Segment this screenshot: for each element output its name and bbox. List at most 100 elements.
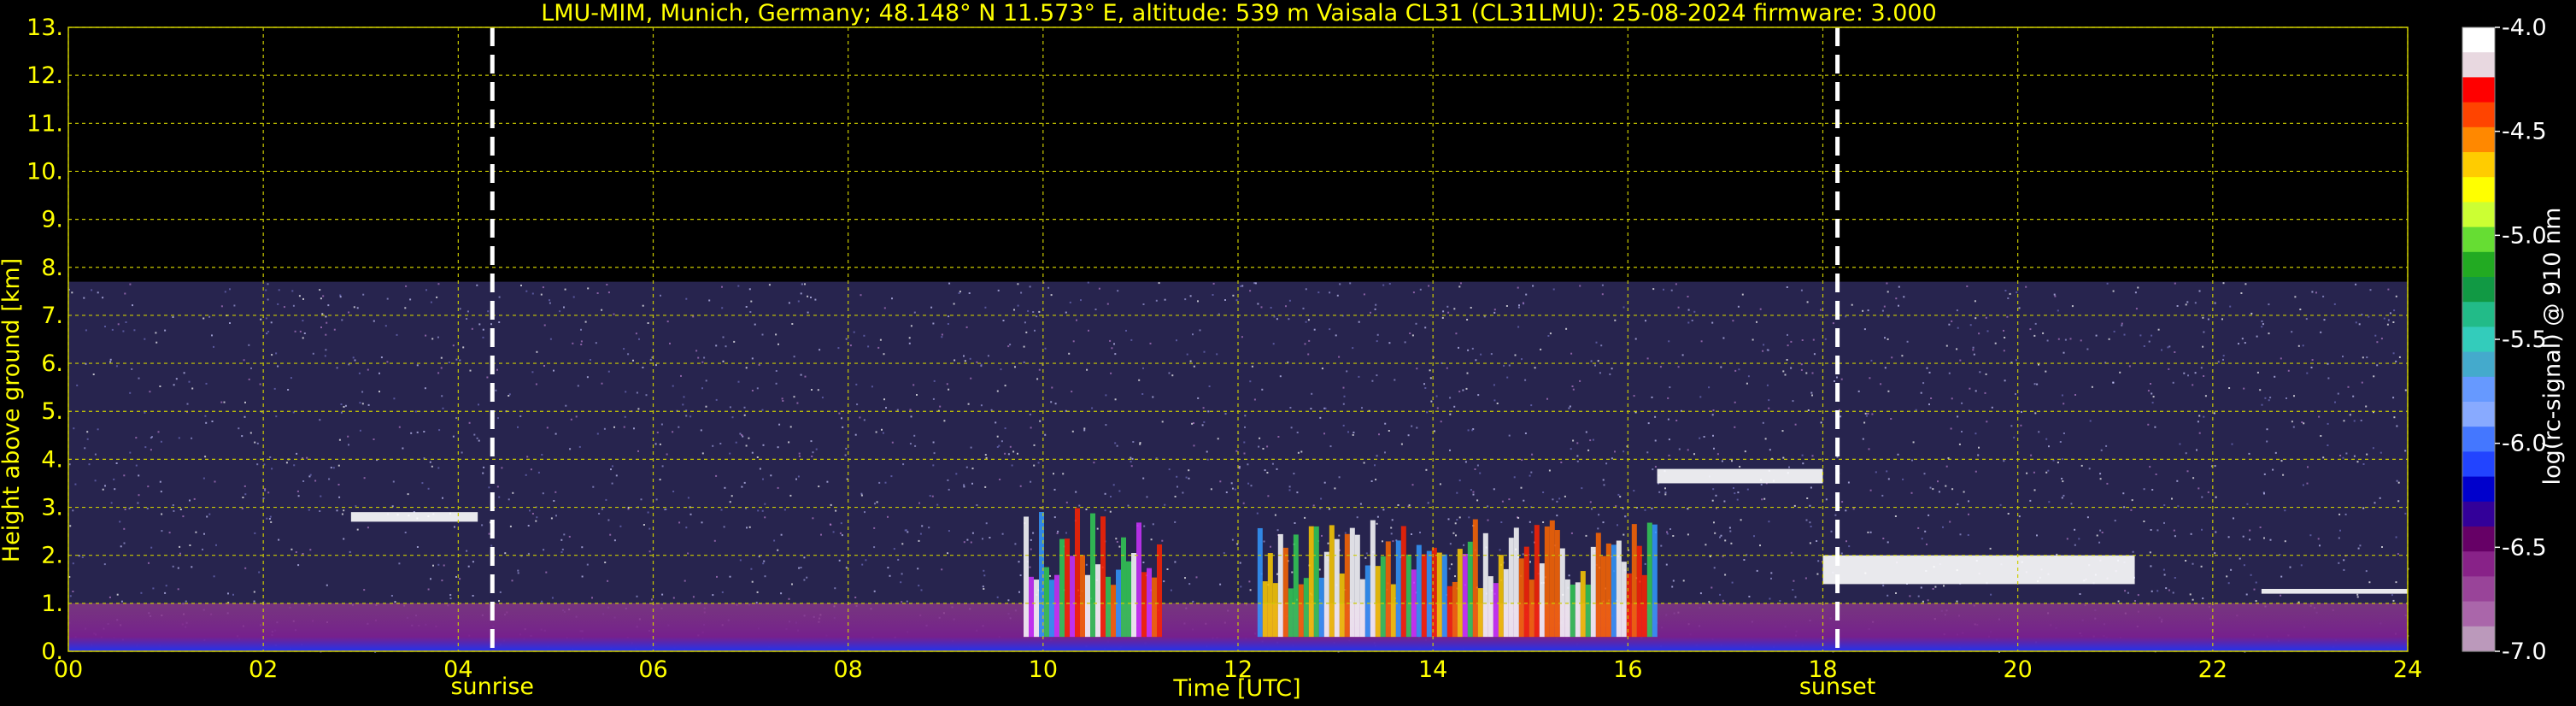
noise-speck <box>1978 332 1980 335</box>
noise-speck <box>466 550 468 552</box>
noise-speck <box>1677 306 1680 309</box>
noise-speck <box>1611 457 1613 460</box>
noise-speck <box>1458 516 1461 519</box>
noise-speck <box>1972 346 1975 349</box>
noise-speck <box>2339 529 2341 532</box>
noise-speck <box>829 523 831 526</box>
noise-speck <box>549 302 551 304</box>
noise-speck <box>1210 488 1212 491</box>
noise-speck <box>1342 403 1345 405</box>
noise-speck <box>2069 338 2072 340</box>
noise-speck <box>512 491 514 494</box>
noise-speck <box>104 485 106 487</box>
noise-speck <box>839 532 842 534</box>
noise-speck <box>1018 561 1020 563</box>
noise-speck <box>1429 377 1432 379</box>
noise-speck <box>2263 537 2265 539</box>
cloud-column <box>1131 553 1137 638</box>
noise-speck <box>2318 415 2321 418</box>
noise-speck <box>1300 450 1303 453</box>
noise-speck <box>202 548 203 550</box>
noise-speck <box>761 333 764 336</box>
noise-speck <box>2198 432 2201 434</box>
noise-speck <box>2080 464 2083 467</box>
noise-speck <box>1898 285 1900 288</box>
noise-speck <box>2203 331 2205 333</box>
noise-speck <box>1734 401 1736 403</box>
noise-speck <box>811 456 813 457</box>
noise-speck <box>378 372 380 374</box>
noise-speck <box>1786 286 1788 288</box>
noise-speck <box>1069 301 1071 303</box>
noise-speck <box>220 305 223 308</box>
noise-speck <box>1493 309 1496 311</box>
noise-speck <box>2392 352 2395 355</box>
noise-speck <box>584 321 587 323</box>
noise-speck <box>160 491 162 493</box>
noise-speck <box>640 498 643 501</box>
noise-speck <box>2396 479 2398 482</box>
noise-speck <box>1731 460 1733 462</box>
noise-speck <box>1800 289 1803 291</box>
noise-speck <box>2241 338 2244 340</box>
noise-speck <box>2299 309 2302 310</box>
noise-speck <box>1984 391 1986 394</box>
noise-speck <box>604 562 607 563</box>
noise-speck <box>1990 593 1992 596</box>
noise-speck <box>1085 509 1088 510</box>
noise-speck <box>757 509 760 512</box>
cloud-column <box>1559 548 1565 638</box>
noise-speck <box>2303 422 2305 425</box>
noise-speck <box>1951 320 1953 322</box>
noise-speck <box>1339 283 1341 285</box>
noise-speck <box>2221 318 2223 321</box>
noise-speck <box>2213 412 2215 415</box>
noise-speck <box>1687 296 1689 297</box>
noise-speck <box>1404 341 1406 344</box>
noise-speck <box>2302 484 2304 486</box>
noise-speck <box>1724 574 1727 576</box>
noise-speck <box>1969 387 1971 390</box>
noise-speck <box>812 451 814 454</box>
noise-speck <box>2207 318 2209 321</box>
noise-speck <box>1446 305 1449 308</box>
noise-speck <box>1289 407 1292 409</box>
noise-speck <box>2380 338 2383 340</box>
noise-speck <box>2016 359 2017 362</box>
noise-speck <box>680 374 682 377</box>
noise-speck <box>625 391 627 393</box>
noise-speck <box>1276 529 1279 532</box>
noise-speck <box>2310 367 2313 368</box>
noise-speck <box>1106 303 1109 305</box>
noise-speck <box>260 318 262 321</box>
noise-speck <box>887 515 889 518</box>
noise-speck <box>1942 526 1944 528</box>
noise-speck <box>469 369 472 372</box>
noise-speck <box>701 361 704 363</box>
noise-speck <box>745 444 748 447</box>
noise-speck <box>1050 401 1053 403</box>
noise-speck <box>863 419 866 421</box>
noise-speck <box>270 321 273 324</box>
noise-speck <box>486 376 489 379</box>
noise-speck <box>94 453 97 456</box>
noise-speck <box>2238 343 2239 345</box>
noise-speck <box>837 347 840 350</box>
noise-speck <box>1524 432 1527 434</box>
noise-speck <box>1752 338 1754 341</box>
noise-speck <box>2398 356 2401 358</box>
noise-speck <box>343 538 345 540</box>
noise-speck <box>687 497 689 499</box>
noise-speck <box>1449 543 1452 545</box>
noise-speck <box>186 403 189 405</box>
noise-speck <box>398 426 401 428</box>
noise-speck <box>2365 570 2368 573</box>
noise-speck <box>750 300 753 303</box>
noise-speck <box>2344 513 2347 515</box>
noise-speck <box>2074 544 2076 546</box>
noise-speck <box>2333 303 2336 305</box>
noise-speck <box>384 325 387 327</box>
noise-speck <box>2294 296 2297 298</box>
cloud-column <box>1152 577 1158 638</box>
cloud-column <box>1529 580 1534 638</box>
